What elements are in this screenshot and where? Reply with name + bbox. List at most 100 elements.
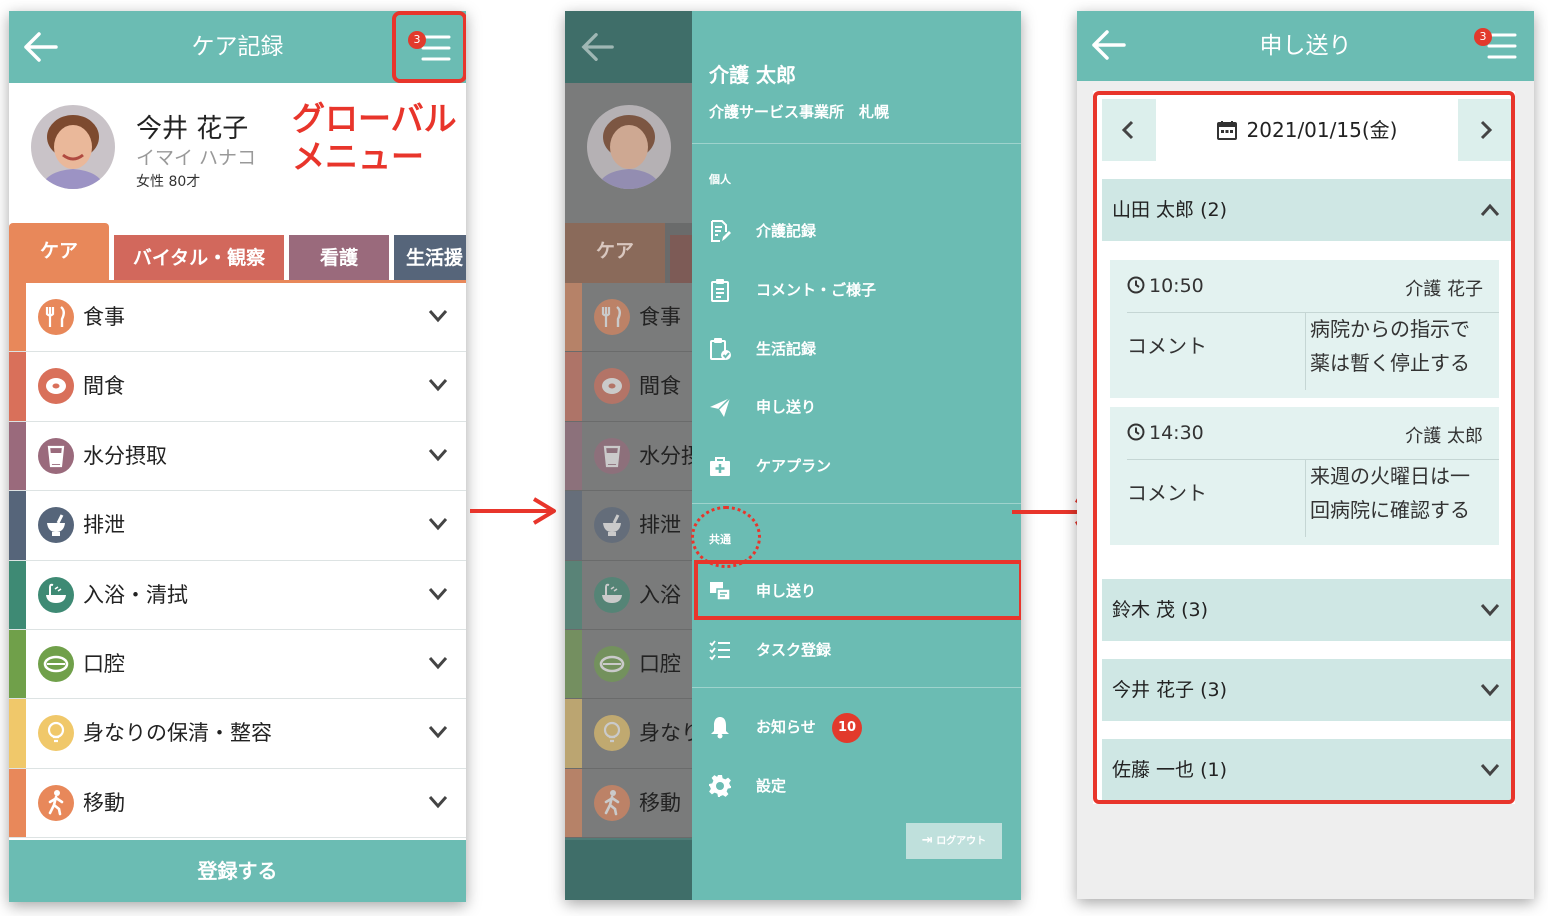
toilet-icon — [594, 507, 630, 544]
task-list-icon — [709, 640, 730, 661]
menu-item-task-register[interactable]: タスク登録 — [692, 625, 1021, 675]
logout-icon: ⇥ — [921, 833, 933, 848]
page-title: 申し送り — [1259, 33, 1352, 59]
category-label: 入浴 — [639, 582, 681, 607]
category-label: 入浴・清拭 — [83, 582, 188, 607]
back-arrow-icon[interactable] — [1091, 29, 1127, 61]
menu-item-care-record[interactable]: 介護記録 — [692, 206, 1021, 256]
dimmed-background[interactable]: ケア 食事 間食 水分摂 排泄 入浴 口腔 身なり 移動 — [565, 11, 702, 900]
mouth-icon — [594, 645, 630, 682]
category-row[interactable]: 食事 — [9, 283, 466, 353]
chevron-down-icon — [428, 378, 448, 392]
dimmed-category-row: 入浴 — [565, 560, 693, 630]
category-row[interactable]: 水分摂取 — [9, 421, 466, 492]
category-label: 移動 — [639, 790, 681, 815]
category-color-bar — [9, 699, 26, 768]
toilet-icon — [38, 507, 74, 544]
menu-label: お知らせ — [756, 718, 816, 736]
category-color-bar — [9, 629, 26, 699]
handover-highlight-box — [1093, 91, 1515, 804]
walk-icon — [38, 784, 74, 821]
flow-arrow-1 — [470, 497, 556, 525]
menu-item-care-plan[interactable]: ケアプラン — [692, 441, 1021, 491]
clipboard-icon — [711, 279, 729, 302]
divider — [692, 503, 1021, 504]
category-color-bar — [9, 491, 26, 560]
menu-highlight-box — [392, 11, 466, 83]
dimmed-category-row: 食事 — [565, 283, 693, 353]
category-label: 間食 — [639, 374, 681, 399]
header: 申し送り 3 — [1077, 11, 1534, 81]
menu-item-settings[interactable]: 設定 — [692, 761, 1021, 811]
category-row[interactable]: 身なりの保清・整容 — [9, 699, 466, 769]
tab-bar: ケア バイタル・観察 看護 生活援 — [9, 223, 466, 284]
category-label: 身なりの保清・整容 — [83, 721, 272, 746]
submit-button[interactable]: 登録する — [9, 840, 466, 902]
tab-nursing[interactable]: 看護 — [289, 235, 389, 283]
user-name: 介護 太郎 — [709, 63, 796, 87]
walk-icon — [594, 784, 630, 821]
logout-label: ログアウト — [936, 836, 987, 847]
category-label: 水分摂取 — [83, 443, 167, 468]
global-menu-screen: ケア 食事 間食 水分摂 排泄 入浴 口腔 身なり 移動 介護 太郎 介護サービス事業所 札幌… — [565, 11, 1021, 900]
resident-profile: 今井 花子 イマイ ハナコ 女性 80才 グローバルメニュー — [9, 83, 466, 223]
category-label: 食事 — [639, 305, 681, 329]
resident-kana: イマイ ハナコ — [136, 147, 257, 169]
menu-label: タスク登録 — [756, 641, 832, 659]
dimmed-category-row: 水分摂 — [565, 421, 702, 492]
category-row[interactable]: 排泄 — [9, 491, 466, 561]
dimmed-category-row: 移動 — [565, 768, 693, 839]
category-color-bar — [9, 768, 26, 838]
category-row[interactable]: 口腔 — [9, 629, 466, 700]
menu-item-handover-personal[interactable]: 申し送り — [692, 382, 1021, 432]
back-arrow-icon[interactable] — [23, 31, 59, 63]
menu-label: 介護記録 — [756, 222, 817, 240]
tab-vitals[interactable]: バイタル・観察 — [114, 235, 284, 283]
category-label: 口腔 — [639, 651, 681, 676]
category-row[interactable]: 間食 — [9, 352, 466, 422]
category-label: 排泄 — [639, 513, 681, 538]
chevron-down-icon — [428, 517, 448, 531]
category-color-bar — [9, 421, 26, 491]
lightbulb-icon — [594, 715, 630, 752]
donut-icon — [38, 368, 74, 405]
gear-icon — [709, 775, 731, 797]
document-edit-icon — [711, 220, 731, 242]
fork-knife-icon — [38, 299, 74, 335]
menu-label: 生活記録 — [756, 340, 817, 358]
menu-item-comments[interactable]: コメント・ご様子 — [692, 265, 1021, 315]
category-label: 排泄 — [83, 513, 125, 538]
category-row[interactable]: 入浴・清拭 — [9, 560, 466, 630]
medical-bag-icon — [710, 457, 730, 476]
tab-care[interactable]: ケア — [9, 223, 109, 283]
tab-life-support[interactable]: 生活援 — [394, 235, 466, 283]
category-list: 食事間食水分摂取排泄入浴・清拭口腔身なりの保清・整容 移動 — [9, 283, 466, 839]
bath-icon — [38, 576, 74, 613]
navigation-drawer: 介護 太郎 介護サービス事業所 札幌 個人 介護記録 コメント・ご様子 生活記録… — [692, 11, 1021, 900]
chevron-down-icon — [428, 309, 448, 323]
cup-icon — [38, 437, 74, 474]
divider — [692, 143, 1021, 144]
dimmed-category-row: 身なり — [565, 699, 702, 769]
menu-item-notices[interactable]: お知らせ 10 — [692, 702, 1021, 752]
menu-label: 設定 — [756, 777, 787, 795]
menu-badge: 3 — [1474, 28, 1492, 46]
chevron-down-icon — [428, 795, 448, 809]
mouth-icon — [38, 645, 74, 682]
category-label: 間食 — [83, 374, 125, 399]
clipboard-check-icon — [710, 338, 731, 360]
category-color-bar — [9, 283, 26, 352]
category-label: 移動 — [83, 790, 125, 815]
category-label: 食事 — [83, 305, 125, 329]
category-row[interactable]: 移動 — [9, 768, 466, 839]
menu-item-life-record[interactable]: 生活記録 — [692, 324, 1021, 374]
category-label: 口腔 — [83, 651, 125, 676]
category-color-bar — [565, 629, 582, 699]
divider — [692, 687, 1021, 688]
category-color-bar — [565, 699, 582, 768]
dimmed-category-list: 食事間食水分摂排泄入浴口腔身なり移動 — [565, 283, 702, 839]
dimmed-category-row: 口腔 — [565, 629, 693, 700]
dimmed-category-row: 排泄 — [565, 491, 693, 561]
care-record-screen: ケア記録 3 今井 花子 イマイ ハナコ 女性 80才 グローバルメニュー ケア… — [9, 11, 466, 902]
logout-button[interactable]: ⇥ ログアウト — [906, 823, 1002, 859]
